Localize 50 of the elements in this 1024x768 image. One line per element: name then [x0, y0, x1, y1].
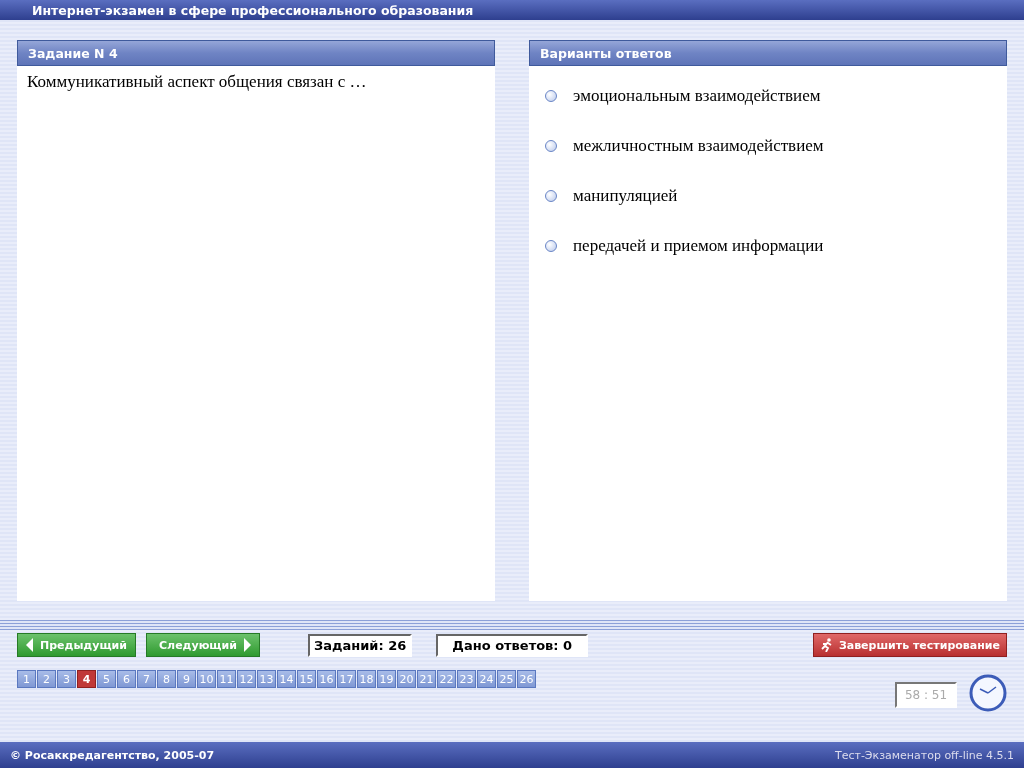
page-number[interactable]: 11	[217, 670, 236, 688]
page-number[interactable]: 7	[137, 670, 156, 688]
page-number[interactable]: 3	[57, 670, 76, 688]
page-number[interactable]: 4	[77, 670, 96, 688]
page-number[interactable]: 8	[157, 670, 176, 688]
page-number[interactable]: 26	[517, 670, 536, 688]
answer-option[interactable]: манипуляцией	[573, 186, 678, 206]
page-number[interactable]: 5	[97, 670, 116, 688]
running-person-icon	[819, 638, 834, 652]
page-number[interactable]: 23	[457, 670, 476, 688]
panel-title: Варианты ответов	[540, 45, 672, 61]
page-number[interactable]: 1	[17, 670, 36, 688]
page-number[interactable]: 18	[357, 670, 376, 688]
page-number[interactable]: 10	[197, 670, 216, 688]
right-arrow-icon	[242, 638, 251, 652]
page-number[interactable]: 17	[337, 670, 356, 688]
page-number[interactable]: 9	[177, 670, 196, 688]
page-number[interactable]: 24	[477, 670, 496, 688]
answer-option[interactable]: эмоциональным взаимодействием	[573, 86, 821, 106]
clock-icon	[969, 674, 1007, 712]
previous-button[interactable]: Предыдущий	[17, 633, 136, 657]
next-button[interactable]: Следующий	[146, 633, 260, 657]
timer-display: 58 : 51	[895, 682, 957, 708]
page-number[interactable]: 13	[257, 670, 276, 688]
radio-button[interactable]	[545, 240, 557, 252]
panel-title: Задание N 4	[28, 45, 118, 61]
page-number[interactable]: 20	[397, 670, 416, 688]
page-number[interactable]: 19	[377, 670, 396, 688]
page-number[interactable]: 25	[497, 670, 516, 688]
window-title: Интернет-экзамен в сфере профессионального образования	[32, 2, 474, 18]
question-text: Коммуникативный аспект общения связан с …	[26, 71, 368, 93]
answer-option[interactable]: передачей и приемом информации	[573, 236, 824, 256]
page-number[interactable]: 15	[297, 670, 316, 688]
answer-option[interactable]: межличностным взаимодействием	[573, 136, 824, 156]
page-number[interactable]: 6	[117, 670, 136, 688]
page-number[interactable]: 22	[437, 670, 456, 688]
page-number[interactable]: 12	[237, 670, 256, 688]
version-text: Тест-Экзаменатор off-line 4.5.1	[834, 748, 1014, 762]
tasks-counter: Заданий: 26	[307, 633, 413, 657]
answers-counter: Дано ответов: 0	[436, 633, 589, 657]
radio-button[interactable]	[545, 90, 557, 102]
page-number[interactable]: 21	[417, 670, 436, 688]
page-number[interactable]: 16	[317, 670, 336, 688]
radio-button[interactable]	[545, 190, 557, 202]
radio-button[interactable]	[545, 140, 557, 152]
page-number[interactable]: 14	[277, 670, 296, 688]
finish-button[interactable]: Завершить тестирование	[812, 633, 1007, 657]
copyright-text: © Росаккредагентство, 2005-07	[10, 748, 215, 762]
left-arrow-icon	[26, 638, 34, 652]
page-number[interactable]: 2	[37, 670, 56, 688]
